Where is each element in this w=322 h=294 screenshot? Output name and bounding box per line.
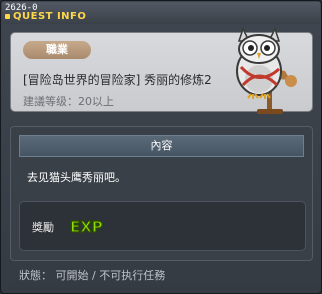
title-bar[interactable]: 2626-0 QUEST INFO xyxy=(2,2,320,24)
recommended-level: 建議等级：20以上 xyxy=(23,95,114,108)
reward-label: 獎勵 xyxy=(32,221,54,234)
exp-icon: EXP xyxy=(68,214,108,238)
quest-info-window: 2626-0 QUEST INFO 職業 [冒险岛世界的冒险家] 秀丽的修炼2 … xyxy=(0,0,322,294)
reward-box: 獎勵 EXP xyxy=(19,201,306,251)
title-bullet-icon xyxy=(5,14,10,19)
quest-status: 狀態： 可開始 / 不可执行任務 xyxy=(19,269,166,282)
category-badge: 職業 xyxy=(23,41,91,59)
owl-npc-icon xyxy=(223,23,307,119)
content-panel: 內容 去见猫头鹰秀丽吧。 獎勵 EXP xyxy=(10,126,313,261)
quest-description: 去见猫头鹰秀丽吧。 xyxy=(27,171,126,184)
window-title: QUEST INFO xyxy=(13,11,87,22)
quest-name: [冒险岛世界的冒险家] 秀丽的修炼2 xyxy=(23,73,212,87)
exp-icon-text: EXP xyxy=(70,218,103,236)
content-header: 內容 xyxy=(19,135,304,157)
